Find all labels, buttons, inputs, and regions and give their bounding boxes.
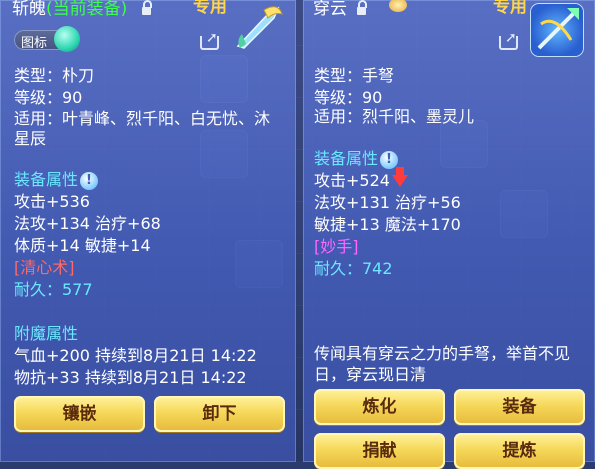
item-fit-line: 适用：烈千阳、墨灵儿 — [314, 107, 475, 126]
item-level: 等级：90 — [314, 88, 383, 107]
attr-section-title: 装备属性! — [314, 149, 399, 169]
item-level: 等级：90 — [14, 88, 83, 107]
decrease-arrow-icon — [391, 167, 408, 187]
info-icon[interactable]: ! — [80, 172, 99, 190]
skill-name: [妙手] — [314, 237, 359, 256]
refine-button[interactable]: 炼化 — [314, 389, 445, 425]
badge-label: 图标 — [21, 36, 48, 51]
equipped-tag: (当前装备) — [46, 0, 128, 19]
lock-icon[interactable] — [142, 0, 152, 15]
saber-weapon-icon — [234, 4, 284, 50]
stat-magic-heal: 法攻+131 治疗+56 — [314, 193, 461, 212]
item-description: 传闻具有穿云之力的手弩，举首不见 — [314, 344, 571, 363]
jade-orb-icon — [54, 26, 80, 52]
unequip-button[interactable]: 卸下 — [154, 396, 285, 432]
share-icon[interactable]: ➚ — [200, 31, 222, 50]
durability: 耐久：577 — [14, 280, 93, 299]
gem-icon — [389, 0, 407, 12]
attr-section-title: 装备属性! — [14, 170, 99, 190]
item-type: 类型：朴刀 — [14, 66, 95, 85]
item-fit-line-cont: 星辰 — [14, 129, 47, 148]
enchant-section-title: 附魔属性 — [14, 324, 79, 343]
stat-attack: 攻击+536 — [14, 192, 90, 211]
item-type: 类型：手弩 — [314, 66, 395, 85]
item-fit-line: 适用：叶青峰、烈千阳、白无忧、沐 — [14, 109, 271, 128]
attack-value: 攻击+524 — [314, 171, 390, 190]
icon-badge-button[interactable]: 图标 — [14, 26, 80, 52]
equipment-tooltip-current: 斩魄(当前装备) 专用 图标 ➚ 类型：朴刀 等级：90 适用：叶青峰、烈千阳、… — [0, 0, 296, 462]
item-title: 斩魄(当前装备) — [12, 0, 127, 19]
exclusive-label: 专用 — [193, 0, 227, 17]
share-icon[interactable]: ➚ — [499, 31, 521, 50]
stat-con-agi: 体质+14 敏捷+14 — [14, 236, 151, 255]
equipment-tooltip-compare: 穿云 专用 ➚ 类型：手弩 等级：90 适用：烈千阳、墨灵儿 装备属性! 攻击+… — [303, 0, 595, 469]
lock-icon[interactable] — [357, 0, 367, 15]
item-description-cont: 日，穿云现日清 — [314, 365, 427, 384]
skill-name: [清心术] — [14, 258, 75, 277]
stat-attack: 攻击+524 — [314, 167, 408, 191]
attr-title-text: 装备属性 — [14, 170, 79, 189]
item-name: 穿云 — [313, 0, 347, 19]
crossbow-weapon-icon — [531, 4, 583, 56]
stat-agi-magic: 敏捷+13 魔法+170 — [314, 215, 461, 234]
donate-button[interactable]: 捐献 — [314, 433, 445, 469]
enchant-line: 物抗+33 持续到8月21日 14:22 — [14, 368, 247, 387]
enchant-line: 气血+200 持续到8月21日 14:22 — [14, 346, 257, 365]
extract-button[interactable]: 提炼 — [454, 433, 585, 469]
exclusive-label: 专用 — [493, 0, 527, 17]
attr-title-text: 装备属性 — [314, 149, 379, 168]
inlay-button[interactable]: 镶嵌 — [14, 396, 145, 432]
item-name: 斩魄 — [12, 0, 46, 19]
durability: 耐久：742 — [314, 259, 393, 278]
stat-magic-heal: 法攻+134 治疗+68 — [14, 214, 161, 233]
equip-button[interactable]: 装备 — [454, 389, 585, 425]
